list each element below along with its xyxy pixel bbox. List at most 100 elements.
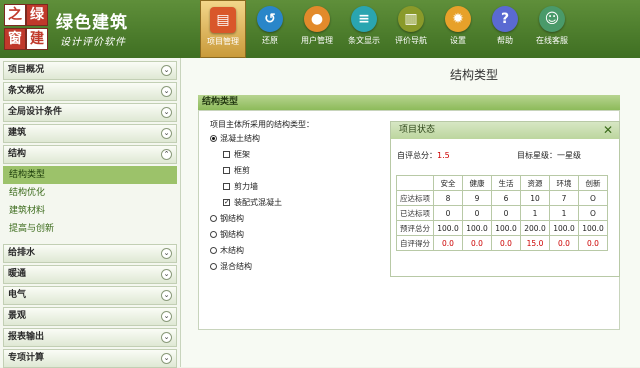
option-steel[interactable]: 钢结构 <box>210 213 244 224</box>
sidebar-group-water[interactable]: 给排水 ⌄ <box>3 244 177 263</box>
toolbar-support-button[interactable]: ☺ 在线客服 <box>529 0 575 58</box>
close-icon[interactable]: ✕ <box>603 122 613 139</box>
sidebar-item-innovation[interactable]: 提高与创新 <box>3 220 177 238</box>
table-cell: 100.0 <box>491 220 521 236</box>
question-label: 项目主体所采用的结构类型： <box>210 120 314 129</box>
row-header: 预评总分 <box>396 220 434 236</box>
sidebar-group-architecture[interactable]: 建筑 ⌄ <box>3 124 177 143</box>
sidebar-group-label: 报表输出 <box>8 332 45 342</box>
main-panel: 结构类型 结构类型 项目主体所采用的结构类型： 混凝土结构 框架 框剪 剪力墙 … <box>181 58 640 367</box>
column-header: 资源 <box>520 175 550 191</box>
section-header: 结构类型 <box>198 95 620 110</box>
toolbar-document-button[interactable]: ≡ 条文显示 <box>341 0 387 58</box>
table-cell: 15.0 <box>520 235 550 251</box>
checkbox-icon <box>223 167 230 174</box>
option-concrete[interactable]: 混凝土结构 <box>210 133 260 144</box>
target-star: 目标星级：一星级 <box>517 150 581 161</box>
table-corner <box>396 175 434 191</box>
sidebar-item-structure-type[interactable]: 结构类型 <box>3 166 177 184</box>
column-header: 创新 <box>578 175 608 191</box>
sidebar-group-global-conditions[interactable]: 全局设计条件 ⌄ <box>3 103 177 122</box>
table-row: 预评总分 100.0 100.0 100.0 200.0 100.0 100.0 <box>396 220 608 236</box>
row-header: 已达标项 <box>396 205 434 221</box>
table-cell: 0 <box>462 205 492 221</box>
column-header: 环境 <box>549 175 579 191</box>
logo-char: 建 <box>26 28 48 50</box>
app-header: 之 绿 窗 建 绿色建筑 设计评价软件 ▤ 项目管理 ↺ 还原 ● 用户管理 ≡… <box>0 0 640 58</box>
chevron-down-icon: ⌄ <box>161 311 172 322</box>
chevron-down-icon: ⌄ <box>161 107 172 118</box>
app-title: 绿色建筑 <box>56 13 128 33</box>
table-row: 自评得分 0.0 0.0 0.0 15.0 0.0 0.0 <box>396 235 608 251</box>
sidebar: 项目概况 ⌄ 条文概况 ⌄ 全局设计条件 ⌄ 建筑 ⌄ 结构 ⌃ 结构类型 结构优化 建筑… <box>0 58 181 368</box>
radio-icon <box>210 247 217 254</box>
sidebar-group-label: 建筑 <box>8 128 27 138</box>
sidebar-group-label: 条文概况 <box>8 86 45 96</box>
table-cell: 0 <box>433 205 463 221</box>
chevron-down-icon: ⌄ <box>161 353 172 364</box>
radio-icon <box>210 263 217 270</box>
option-steel-2[interactable]: 钢结构 <box>210 229 244 240</box>
checkbox-label: 框架 <box>234 150 250 159</box>
table-cell: 0 <box>491 205 521 221</box>
toolbar-settings-button[interactable]: ✹ 设置 <box>435 0 481 58</box>
toolbar-guide-button[interactable]: ▥ 评价导航 <box>388 0 434 58</box>
table-cell: 10 <box>520 190 550 206</box>
sidebar-group-hvac[interactable]: 暖通 ⌄ <box>3 265 177 284</box>
toolbar-project-button[interactable]: ▤ 项目管理 <box>200 0 246 58</box>
checkbox-label: 框剪 <box>234 166 250 175</box>
chevron-down-icon: ⌄ <box>161 65 172 76</box>
sidebar-item-structure-optimization[interactable]: 结构优化 <box>3 184 177 202</box>
checkbox-checked-icon: ✓ <box>223 198 230 206</box>
logo-char: 之 <box>4 4 26 26</box>
checkbox-frame-shear[interactable]: 框剪 <box>223 165 250 176</box>
table-cell: 100.0 <box>549 220 579 236</box>
toolbar-restore-button[interactable]: ↺ 还原 <box>247 0 293 58</box>
sidebar-group-label: 景观 <box>8 311 27 321</box>
checkbox-icon <box>223 151 230 158</box>
checkbox-frame[interactable]: 框架 <box>223 149 250 160</box>
self-score-label: 自评总分： <box>397 151 437 160</box>
sidebar-group-report-output[interactable]: 报表输出 ⌄ <box>3 328 177 347</box>
checkbox-label: 剪力墙 <box>234 182 258 191</box>
sidebar-group-special-calculation[interactable]: 专项计算 ⌄ <box>3 349 177 368</box>
table-header-row: 安全 健康 生活 资源 环境 创新 <box>396 175 608 191</box>
sidebar-group-project-overview[interactable]: 项目概况 ⌄ <box>3 61 177 80</box>
gear-icon: ✹ <box>445 6 471 32</box>
column-header: 安全 <box>433 175 463 191</box>
toolbar-label: 项目管理 <box>207 37 239 46</box>
table-row: 已达标项 0 0 0 1 1 O <box>396 205 608 221</box>
option-label: 钢结构 <box>220 230 244 239</box>
checkbox-shear-wall[interactable]: 剪力墙 <box>223 181 258 192</box>
option-timber[interactable]: 木结构 <box>210 245 244 256</box>
app-logo: 之 绿 窗 建 <box>4 4 48 50</box>
status-table: 安全 健康 生活 资源 环境 创新 应达标项 8 9 6 10 7 O 已达标项… <box>396 175 608 251</box>
option-label: 混凝土结构 <box>220 134 260 143</box>
table-cell: 100.0 <box>433 220 463 236</box>
table-cell: 0.0 <box>491 235 521 251</box>
toolbar-label: 条文显示 <box>348 36 380 45</box>
restore-icon: ↺ <box>257 6 283 32</box>
option-hybrid[interactable]: 混合结构 <box>210 261 252 272</box>
radio-icon <box>210 231 217 238</box>
sidebar-group-structure[interactable]: 结构 ⌃ <box>3 145 177 164</box>
logo-char: 窗 <box>4 28 26 50</box>
sidebar-group-electrical[interactable]: 电气 ⌄ <box>3 286 177 305</box>
chevron-down-icon: ⌄ <box>161 269 172 280</box>
toolbar: ▤ 项目管理 ↺ 还原 ● 用户管理 ≡ 条文显示 ▥ 评价导航 ✹ 设置 ? … <box>200 0 576 58</box>
checkbox-prefab-concrete[interactable]: ✓ 装配式混凝土 <box>223 197 282 208</box>
table-cell: 100.0 <box>578 220 608 236</box>
sidebar-group-clause-overview[interactable]: 条文概况 ⌄ <box>3 82 177 101</box>
toolbar-label: 在线客服 <box>536 36 568 45</box>
table-cell: 1 <box>520 205 550 221</box>
sidebar-group-label: 电气 <box>8 290 27 300</box>
sidebar-item-building-materials[interactable]: 建筑材料 <box>3 202 177 220</box>
toolbar-user-button[interactable]: ● 用户管理 <box>294 0 340 58</box>
target-star-value: 一星级 <box>557 151 581 160</box>
column-header: 生活 <box>491 175 521 191</box>
project-icon: ▤ <box>210 7 236 33</box>
sidebar-group-landscape[interactable]: 景观 ⌄ <box>3 307 177 326</box>
toolbar-help-button[interactable]: ? 帮助 <box>482 0 528 58</box>
sidebar-group-label: 给排水 <box>8 248 36 258</box>
app-subtitle: 设计评价软件 <box>60 37 126 48</box>
